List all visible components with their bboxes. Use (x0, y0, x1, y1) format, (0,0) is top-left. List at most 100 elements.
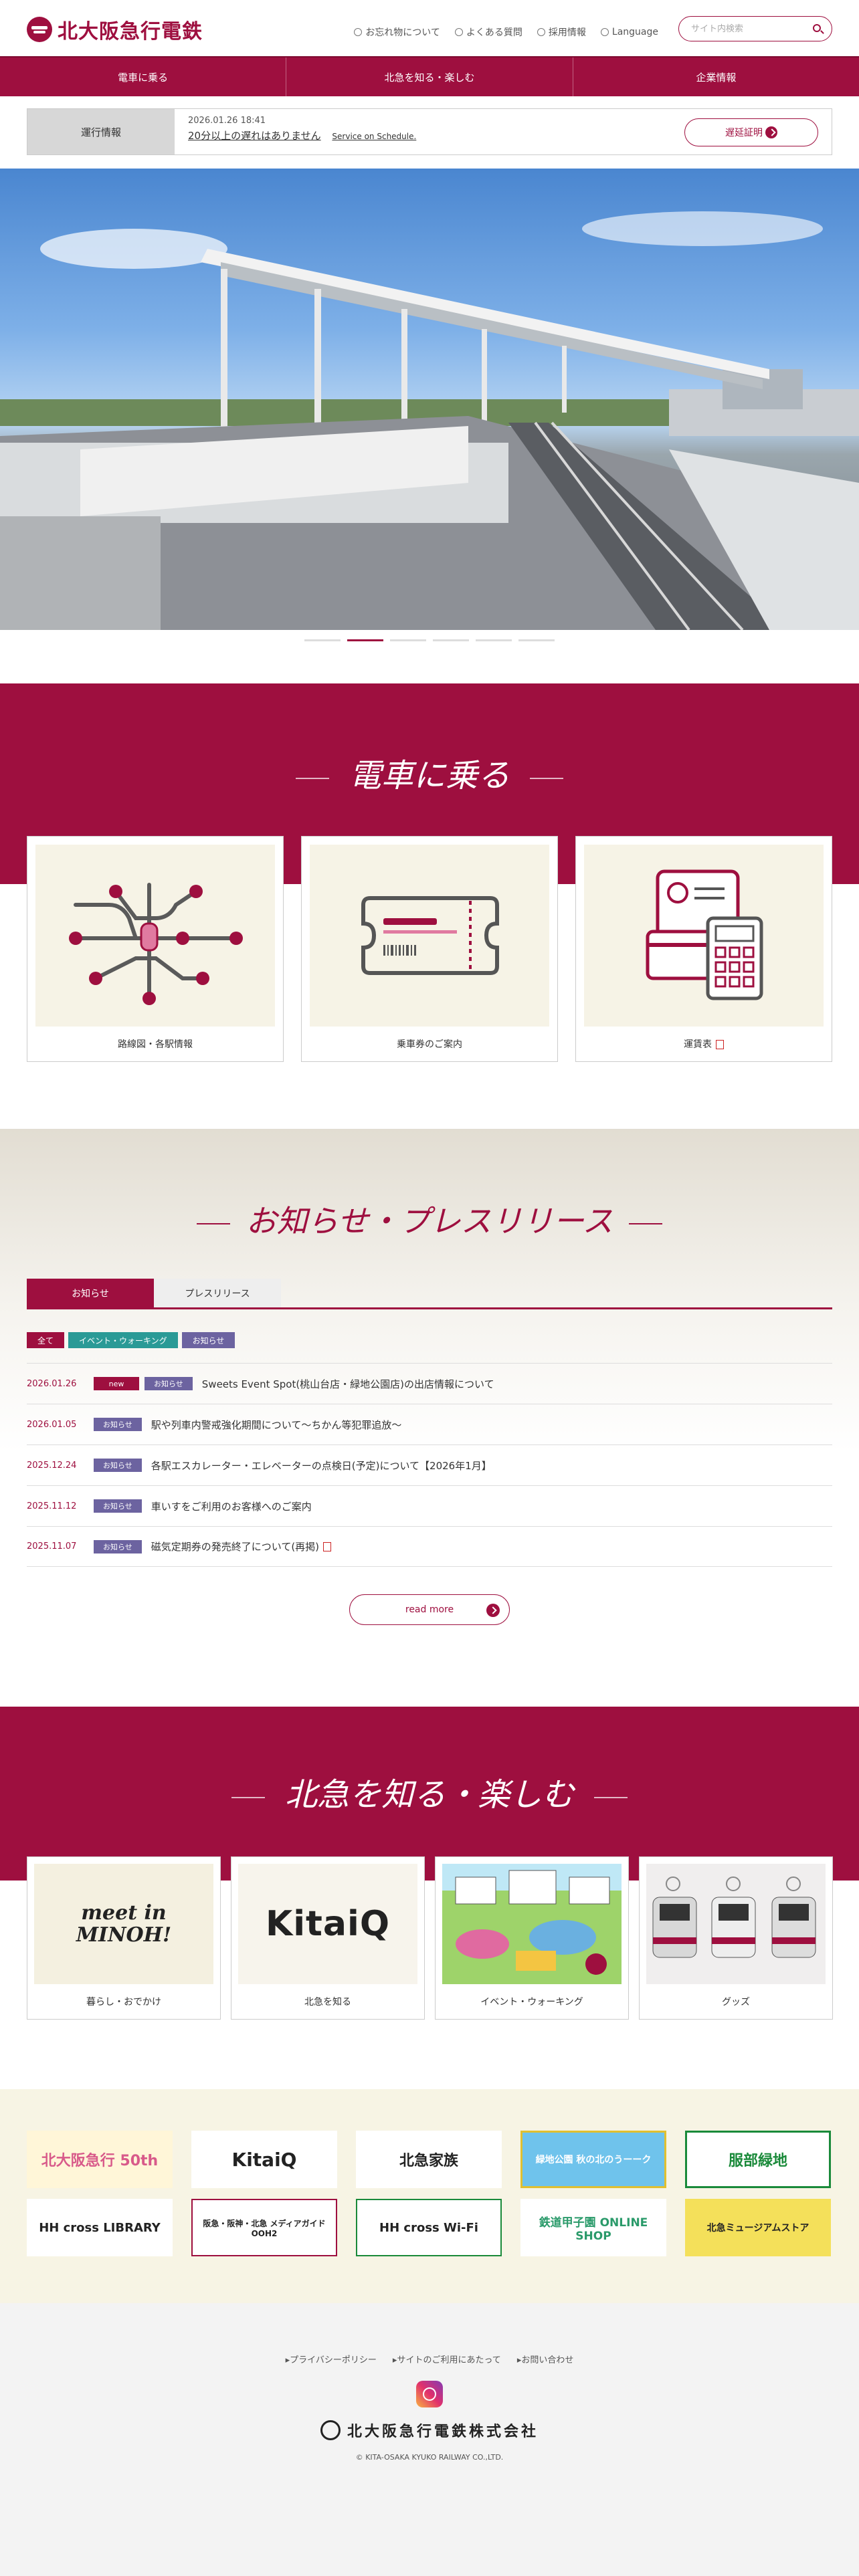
header-link-lost-items[interactable]: お忘れ物について (354, 25, 440, 39)
card-goods-label: グッズ (722, 1997, 750, 2008)
site-logo[interactable]: 北大阪急行電鉄 (27, 15, 203, 44)
news-item[interactable]: 2026.01.26 new お知らせ Sweets Event Spot(桃山… (27, 1363, 832, 1404)
arrow-right-icon (765, 126, 777, 138)
card-tickets[interactable]: 乗車券のご案内 (301, 836, 558, 1062)
filter-all[interactable]: 全て (27, 1332, 65, 1348)
header-link-recruit[interactable]: 採用情報 (537, 25, 586, 39)
section-enjoy-title: 北急を知る・楽しむ (284, 1776, 574, 1814)
footer-link-terms[interactable]: ▸サイトのご利用にあたって (393, 2353, 501, 2365)
banner-kitakyu-family[interactable]: 北急家族 (356, 2131, 502, 2188)
footer-links: ▸プライバシーポリシー ▸サイトのご利用にあたって ▸お問い合わせ (0, 2353, 859, 2365)
category-badge: お知らせ (94, 1459, 142, 1472)
filter-notices[interactable]: お知らせ (181, 1332, 235, 1348)
logo-mark-icon (320, 2420, 341, 2440)
hero-dot[interactable] (304, 639, 341, 641)
header-link-language[interactable]: Language (600, 25, 658, 39)
footer-logo[interactable]: 北大阪急行電鉄株式会社 (0, 2420, 859, 2441)
hero-dot-active[interactable] (347, 639, 383, 641)
search-icon[interactable] (813, 24, 821, 32)
news-title-wrap: お知らせ・プレスリリース (0, 1197, 859, 1241)
section-enjoy-title-wrap: 北急を知る・楽しむ (0, 1768, 859, 1815)
site-header: 北大阪急行電鉄 お忘れ物について よくある質問 採用情報 Language (0, 0, 859, 56)
card-life-outing[interactable]: meet in MINOH! 暮らし・おでかけ (27, 1856, 221, 2020)
logo-mark-icon (27, 17, 52, 42)
card-tickets-label: 乗車券のご案内 (397, 1039, 462, 1050)
news-filters: 全て イベント・ウォーキング お知らせ (27, 1332, 235, 1348)
footer-company-name: 北大阪急行電鉄株式会社 (347, 2423, 539, 2440)
news-date: 2025.11.12 (27, 1501, 77, 1511)
category-badge: お知らせ (94, 1499, 142, 1513)
info-icon (354, 28, 363, 36)
banner-hh-cross-library[interactable]: HH cross LIBRARY (27, 2199, 173, 2256)
news-item[interactable]: 2025.11.07 お知らせ 磁気定期券の発売終了について(再掲) (27, 1526, 832, 1567)
card-goods[interactable]: グッズ (639, 1856, 833, 2020)
operation-status[interactable]: 20分以上の遅れはありません (188, 130, 321, 142)
arrow-right-icon (486, 1604, 500, 1617)
hero-dot[interactable] (476, 639, 512, 641)
news-item[interactable]: 2025.12.24 お知らせ 各駅エスカレーター・エレベーターの点検日(予定)… (27, 1444, 832, 1485)
operation-label: 運行情報 (27, 109, 175, 154)
station-photo (0, 211, 859, 630)
hero-image (0, 169, 859, 630)
card-fares-label: 運賃表 (584, 1037, 824, 1051)
banner-media-guide[interactable]: 阪急・阪神・北急 メディアガイド OOH2 (191, 2199, 337, 2256)
header-links: お忘れ物について よくある質問 採用情報 Language (354, 25, 658, 39)
nav-ride[interactable]: 電車に乗る (0, 58, 287, 96)
people-icon (537, 28, 545, 36)
banner-tetsudo-koshien[interactable]: 鉄道甲子園 ONLINE SHOP (520, 2199, 666, 2256)
instagram-icon[interactable] (416, 2381, 443, 2407)
card-route-map[interactable]: 路線図・各駅情報 (27, 836, 284, 1062)
ticket-icon (361, 896, 499, 975)
news-item[interactable]: 2025.11.12 お知らせ 車いすをご利用のお客様へのご案内 (27, 1485, 832, 1526)
category-badge: お知らせ (145, 1377, 193, 1390)
read-more-button[interactable]: read more (349, 1594, 510, 1625)
kitaiq-logo: KitaiQ (265, 1904, 391, 1944)
pdf-icon (716, 1040, 724, 1049)
section-ride-title-wrap: 電車に乗る (0, 749, 859, 796)
delay-certificate-button[interactable]: 遅延証明 (684, 118, 818, 146)
banner-50th[interactable]: 北大阪急行 50th (27, 2131, 173, 2188)
news-item[interactable]: 2026.01.05 お知らせ 駅や列車内警戒強化期間について～ちかん等犯罪追放… (27, 1404, 832, 1444)
tab-notices[interactable]: お知らせ (27, 1279, 154, 1307)
logo-text: 北大阪急行電鉄 (58, 20, 203, 43)
goods-keychains (652, 1876, 816, 1958)
events-illustration (442, 1864, 622, 1975)
banner-hh-cross-wifi[interactable]: HH cross Wi-Fi (356, 2199, 502, 2256)
filter-events[interactable]: イベント・ウォーキング (68, 1332, 178, 1348)
tab-press-release[interactable]: プレスリリース (154, 1279, 281, 1307)
card-life-outing-label: 暮らし・おでかけ (86, 1997, 161, 2008)
news-list: 2026.01.26 new お知らせ Sweets Event Spot(桃山… (27, 1363, 832, 1567)
route-map-icon (69, 883, 243, 1005)
category-badge: お知らせ (94, 1418, 142, 1431)
footer-link-privacy[interactable]: ▸プライバシーポリシー (286, 2353, 377, 2365)
footer-link-contact[interactable]: ▸お問い合わせ (517, 2353, 574, 2365)
banner-hattori-ryokuchi[interactable]: 服部緑地 (685, 2131, 831, 2188)
banner-museum-store[interactable]: 北急ミュージアムストア (685, 2199, 831, 2256)
header-link-faq[interactable]: よくある質問 (454, 25, 522, 39)
news-item-title: 磁気定期券の発売終了について(再掲) (151, 1541, 320, 1553)
nav-company[interactable]: 企業情報 (573, 58, 859, 96)
hero-dot[interactable] (518, 639, 555, 641)
card-events-walking[interactable]: イベント・ウォーキング (435, 1856, 629, 2020)
news-item-title: 車いすをご利用のお客様へのご案内 (151, 1500, 312, 1513)
search-input[interactable] (691, 17, 812, 41)
card-fares[interactable]: 運賃表 (575, 836, 832, 1062)
card-know-kitakyu[interactable]: KitaiQ 北急を知る (231, 1856, 425, 2020)
operation-time: 2026.01.26 18:41 (188, 116, 266, 126)
hero-dot[interactable] (390, 639, 426, 641)
hero-dot[interactable] (433, 639, 469, 641)
banner-ryokuchi-walk[interactable]: 緑地公園 秋の北のうーーク (520, 2131, 666, 2188)
news-item-title: 各駅エスカレーター・エレベーターの点検日(予定)について【2026年1月】 (151, 1459, 492, 1472)
question-icon (454, 28, 463, 36)
global-nav: 電車に乗る 北急を知る・楽しむ 企業情報 (0, 56, 859, 96)
news-item-title: Sweets Event Spot(桃山台店・緑地公園店)の出店情報について (201, 1378, 494, 1390)
meet-in-minoh-logo: meet in MINOH! (76, 1901, 172, 1947)
hero-pagination (0, 639, 859, 641)
news-date: 2025.11.07 (27, 1541, 77, 1551)
category-badge: お知らせ (94, 1539, 142, 1553)
banner-kitaiq[interactable]: KitaiQ (191, 2131, 337, 2188)
pdf-icon (323, 1541, 332, 1551)
site-search (678, 16, 832, 41)
nav-enjoy[interactable]: 北急を知る・楽しむ (286, 58, 573, 96)
operation-status-en[interactable]: Service on Schedule. (332, 132, 416, 141)
